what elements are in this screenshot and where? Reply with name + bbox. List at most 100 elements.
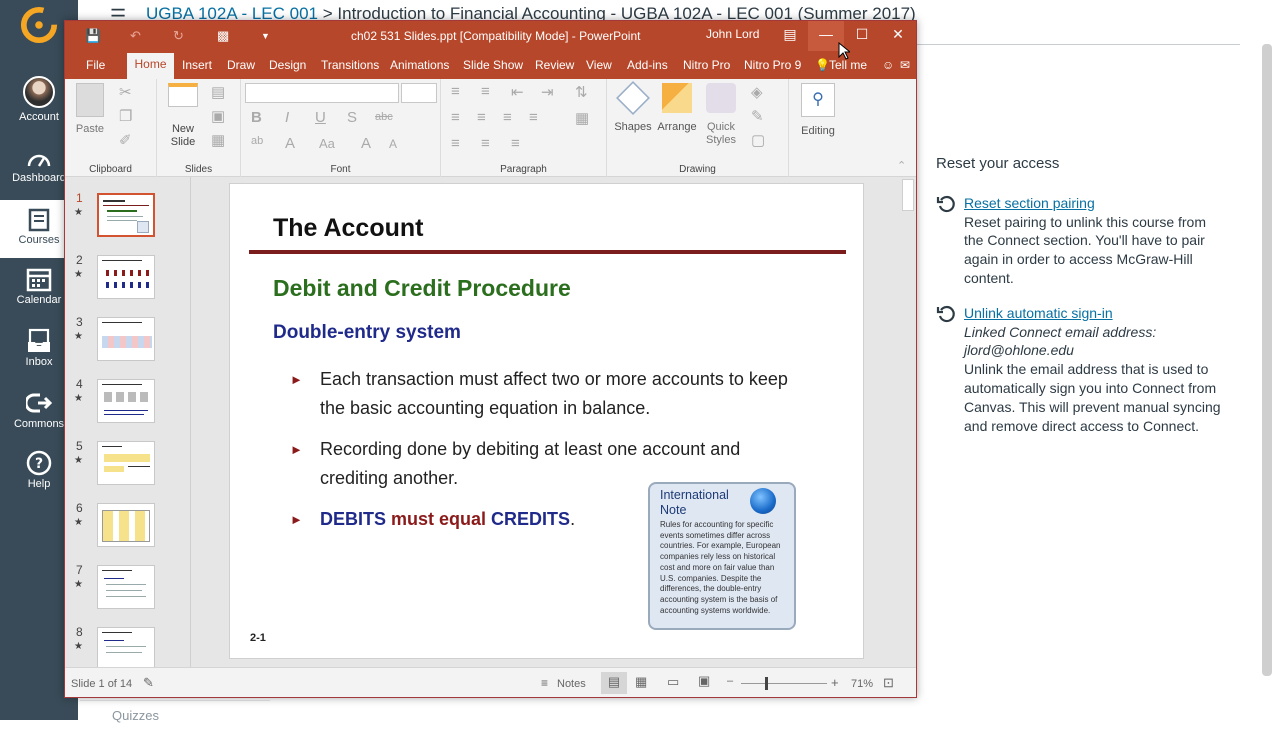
slide-canvas[interactable]: The Account Debit and Credit Procedure D… [229, 183, 864, 659]
quick-styles-button[interactable]: Quick Styles [699, 83, 743, 147]
align-right-icon[interactable]: ≡ [503, 109, 512, 126]
notes-icon[interactable]: ≡ [541, 676, 548, 690]
share-icon[interactable]: ☺ [882, 58, 894, 72]
slide-scrollbar-thumb[interactable] [902, 179, 914, 211]
zoom-slider-track[interactable] [741, 683, 827, 684]
bold-icon[interactable]: B [251, 109, 262, 126]
slide-title[interactable]: The Account [273, 214, 423, 243]
cut-icon[interactable]: ✂ [119, 83, 132, 101]
normal-view-icon[interactable]: ▤ [601, 672, 627, 694]
numbering-icon[interactable]: ≡ [481, 83, 490, 100]
tab-view[interactable]: View [586, 58, 612, 72]
shape-effects-icon[interactable]: ▢ [751, 131, 765, 149]
powerpoint-window: 💾 ↶ ↻ ▩ ▼ ch02 531 Slides.ppt [Compatibi… [64, 20, 917, 698]
smartart-icon[interactable]: ≡ [511, 135, 520, 152]
save-icon[interactable]: 💾 [85, 28, 101, 44]
reading-view-icon[interactable]: ▭ [667, 674, 679, 690]
justify-icon[interactable]: ≡ [529, 109, 538, 126]
ribbon: Paste ✂ ❐ ✐ Clipboard New Slide ▤ ▣ ▦ Sl… [65, 79, 916, 177]
close-button[interactable]: ✕ [880, 21, 916, 51]
font-size-box[interactable] [401, 83, 437, 103]
shapes-button[interactable]: Shapes [611, 81, 655, 134]
undo-icon[interactable]: ↶ [130, 28, 141, 44]
bullets-icon[interactable]: ≡ [451, 83, 460, 100]
format-painter-icon[interactable]: ✐ [119, 131, 132, 149]
tab-nitro-pro[interactable]: Nitro Pro [683, 58, 730, 72]
columns-icon[interactable]: ≡ [451, 135, 460, 152]
tell-me-box[interactable]: Tell me [829, 58, 867, 72]
section-icon[interactable]: ▦ [211, 131, 225, 149]
align-left-icon[interactable]: ≡ [451, 109, 460, 126]
editing-button[interactable]: ⚲ Editing [793, 83, 843, 138]
fit-to-window-icon[interactable]: ⊡ [883, 675, 894, 691]
arrange-button[interactable]: Arrange [655, 83, 699, 134]
reset-access-heading: Reset your access [936, 155, 1060, 172]
zoom-slider-thumb[interactable] [765, 677, 768, 690]
char-spacing-icon[interactable]: ab [251, 135, 263, 147]
slide-show-icon[interactable]: ▣ [698, 673, 710, 689]
grow-font-icon[interactable]: A [361, 135, 371, 152]
increase-indent-icon[interactable]: ⇥ [541, 83, 554, 101]
tab-slide-show[interactable]: Slide Show [463, 58, 523, 72]
align-center-icon[interactable]: ≡ [477, 109, 486, 126]
collapse-ribbon-icon[interactable]: ⌃ [897, 159, 906, 172]
tab-draw[interactable]: Draw [227, 58, 255, 72]
page-scrollbar[interactable] [1262, 44, 1272, 676]
notes-button[interactable]: Notes [557, 678, 586, 690]
font-name-box[interactable] [245, 83, 399, 103]
bullet-1[interactable]: ► Each transaction must affect two or mo… [290, 365, 790, 423]
present-icon[interactable]: ▩ [217, 28, 229, 44]
customize-qat-icon[interactable]: ▼ [261, 31, 270, 41]
italic-icon[interactable]: I [285, 109, 289, 126]
canvas-logo-icon[interactable] [20, 6, 58, 44]
redo-icon[interactable]: ↻ [173, 28, 184, 44]
slide-sorter-icon[interactable]: ▦ [635, 674, 647, 690]
tab-home[interactable]: Home [127, 53, 174, 79]
layout-icon[interactable]: ▤ [211, 83, 225, 101]
tab-add-ins[interactable]: Add-ins [627, 58, 668, 72]
tab-nitro-pro-9[interactable]: Nitro Pro 9 [744, 58, 801, 72]
zoom-in-icon[interactable]: + [831, 675, 839, 690]
shape-outline-icon[interactable]: ✎ [751, 107, 764, 125]
paste-button[interactable]: Paste [73, 83, 107, 135]
decrease-indent-icon[interactable]: ⇤ [511, 83, 524, 101]
strikethrough-icon[interactable]: abc [375, 111, 393, 123]
spelling-icon[interactable]: ✎ [143, 675, 154, 691]
tab-animations[interactable]: Animations [390, 58, 449, 72]
tab-design[interactable]: Design [269, 58, 306, 72]
copy-icon[interactable]: ❐ [119, 107, 132, 125]
document-title: ch02 531 Slides.ppt [Compatibility Mode]… [351, 29, 641, 43]
course-nav-quizzes[interactable]: Quizzes [80, 700, 270, 723]
tab-review[interactable]: Review [535, 58, 574, 72]
line-spacing-icon[interactable]: ≡ [481, 135, 490, 152]
tab-transitions[interactable]: Transitions [321, 58, 379, 72]
help-icon: ? [26, 450, 52, 476]
thumbnail-7 [97, 565, 155, 609]
tab-insert[interactable]: Insert [182, 58, 212, 72]
font-color-icon[interactable]: A [285, 135, 295, 152]
shadow-icon[interactable]: S [347, 109, 357, 126]
underline-icon[interactable]: U [315, 109, 326, 126]
unlink-sign-in-link[interactable]: Unlink automatic sign-in [964, 304, 1226, 323]
user-name[interactable]: John Lord [706, 27, 759, 41]
speedometer-icon [27, 154, 51, 167]
change-case-icon[interactable]: Aa [319, 136, 335, 151]
title-bar: 💾 ↶ ↻ ▩ ▼ ch02 531 Slides.ppt [Compatibi… [65, 21, 916, 51]
text-direction-icon[interactable]: ⇅ [575, 83, 588, 101]
tab-file[interactable]: File [86, 58, 105, 72]
new-slide-button[interactable]: New Slide [163, 83, 203, 149]
shrink-font-icon[interactable]: A [389, 137, 397, 151]
international-note-box[interactable]: International Note Rules for accounting … [648, 482, 796, 630]
zoom-out-icon[interactable]: – [727, 675, 733, 687]
ribbon-display-icon[interactable]: ▤ [772, 21, 808, 51]
thumbnail-4 [97, 379, 155, 423]
shape-fill-icon[interactable]: ◈ [751, 83, 763, 101]
tell-me-icon[interactable]: 💡 [815, 58, 830, 72]
reset-slide-icon[interactable]: ▣ [211, 107, 225, 125]
slide-subheading[interactable]: Double-entry system [273, 322, 461, 344]
reset-section-pairing-link[interactable]: Reset section pairing [964, 194, 1226, 213]
align-text-icon[interactable]: ▦ [575, 109, 589, 127]
comment-icon[interactable]: ✉ [900, 58, 910, 72]
zoom-level[interactable]: 71% [851, 678, 873, 690]
slide-heading[interactable]: Debit and Credit Procedure [273, 275, 571, 302]
